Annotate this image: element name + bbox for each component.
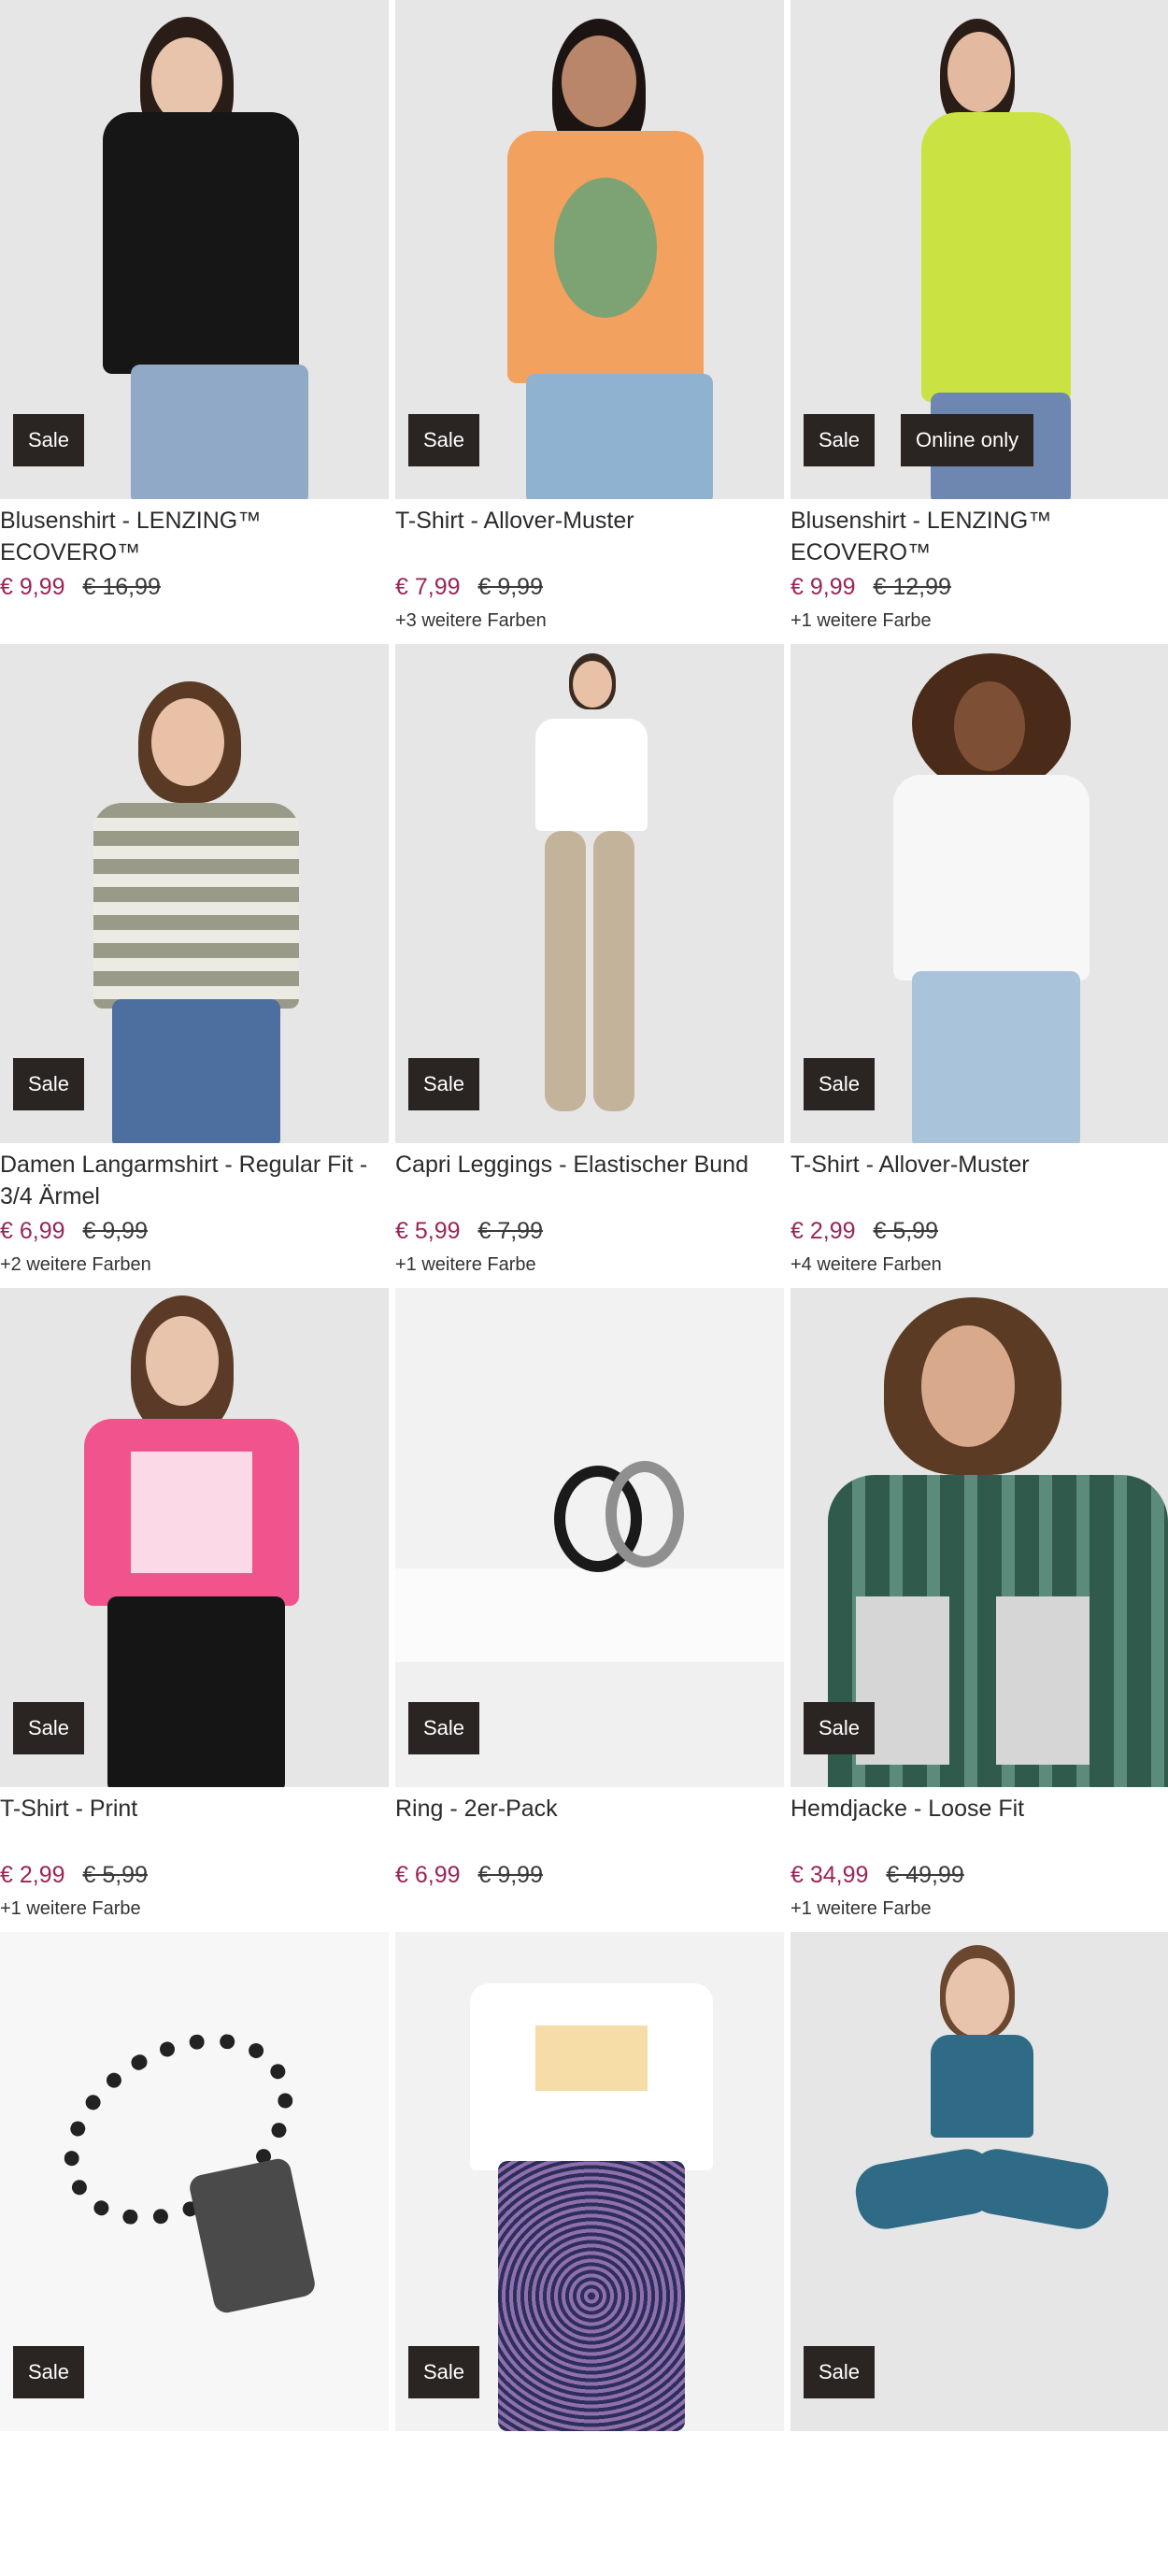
more-colors[interactable]: +4 weitere Farben [791, 1254, 1168, 1279]
more-colors[interactable]: +1 weitere Farbe [791, 1898, 1168, 1923]
more-colors[interactable]: +3 weitere Farben [395, 610, 784, 635]
sale-price: € 2,99 [0, 1862, 65, 1888]
sale-price: € 9,99 [0, 574, 65, 600]
product-card[interactable]: Sale Ring - 2er-Pack € 6,99 € 9,99 [395, 1288, 784, 1932]
original-price: € 16,99 [82, 574, 161, 600]
more-colors[interactable]: +2 weitere Farben [0, 1254, 389, 1279]
product-image[interactable]: Sale [0, 0, 389, 499]
sale-badge: Sale [408, 2346, 480, 2398]
badge-group: Sale Online only [804, 414, 1034, 466]
sale-badge: Sale [13, 414, 85, 466]
sale-badge: Sale [804, 414, 876, 466]
original-price: € 9,99 [82, 1218, 148, 1244]
product-card[interactable]: Sale Blusenshirt - LENZING™ ECOVERO™ € 9… [0, 0, 389, 644]
badge-group: Sale [408, 414, 480, 466]
badge-group: Sale [408, 2346, 480, 2398]
original-price: € 49,99 [886, 1862, 964, 1888]
product-name[interactable]: Damen Langarmshirt - Regular Fit - 3/4 Ä… [0, 1149, 389, 1212]
more-colors[interactable] [0, 610, 389, 635]
sale-badge: Sale [804, 2346, 876, 2398]
badge-group: Sale [13, 414, 85, 466]
price-row: € 2,99 € 5,99 [791, 1218, 1168, 1250]
sale-badge: Sale [13, 2346, 85, 2398]
product-image[interactable]: Sale [395, 1932, 784, 2431]
price-row: € 6,99 € 9,99 [0, 1218, 389, 1250]
badge-group: Sale [13, 2346, 85, 2398]
sale-price: € 6,99 [395, 1862, 461, 1888]
product-name[interactable]: Ring - 2er-Pack [395, 1793, 784, 1856]
product-card[interactable]: Sale T-Shirt - Print € 2,99 € 5,99 +1 we… [0, 1288, 389, 1932]
product-card[interactable]: Sale T-Shirt - Allover-Muster € 2,99 € 5… [791, 644, 1168, 1288]
original-price: € 5,99 [82, 1862, 148, 1888]
sale-badge: Sale [13, 1058, 85, 1110]
product-image[interactable]: Sale [0, 1932, 389, 2431]
product-grid: Sale Blusenshirt - LENZING™ ECOVERO™ € 9… [0, 0, 1168, 2576]
badge-group: Sale [804, 2346, 876, 2398]
badge-group: Sale [804, 1702, 876, 1754]
product-image[interactable]: Sale [395, 1288, 784, 1787]
sale-badge: Sale [13, 1702, 85, 1754]
sale-price: € 34,99 [791, 1862, 869, 1888]
product-image[interactable]: Sale [791, 1932, 1168, 2431]
price-row: € 5,99 € 7,99 [395, 1218, 784, 1250]
sale-badge: Sale [408, 1058, 480, 1110]
sale-badge: Sale [804, 1058, 876, 1110]
product-card[interactable]: Sale Damen Langarmshirt - Regular Fit - … [0, 644, 389, 1288]
sale-badge: Sale [408, 414, 480, 466]
product-image[interactable]: Sale Online only [791, 0, 1168, 499]
product-name[interactable]: Capri Leggings - Elastischer Bund [395, 1149, 784, 1212]
more-colors[interactable]: +1 weitere Farbe [791, 610, 1168, 635]
sale-price: € 7,99 [395, 574, 461, 600]
product-card[interactable]: Sale Hemdjacke - Loose Fit € 34,99 € 49,… [791, 1288, 1168, 1932]
original-price: € 5,99 [873, 1218, 938, 1244]
online-only-badge: Online only [901, 414, 1034, 466]
product-name[interactable]: T-Shirt - Allover-Muster [395, 505, 784, 568]
product-card[interactable]: Sale [395, 1932, 784, 2576]
price-row: € 7,99 € 9,99 [395, 574, 784, 606]
more-colors[interactable] [395, 1898, 784, 1923]
product-image[interactable]: Sale [0, 644, 389, 1143]
sale-price: € 2,99 [791, 1218, 856, 1244]
product-card[interactable]: Sale [0, 1932, 389, 2576]
sale-price: € 9,99 [791, 574, 856, 600]
product-image[interactable]: Sale [0, 1288, 389, 1787]
product-card[interactable]: Sale Online only Blusenshirt - LENZING™ … [791, 0, 1168, 644]
product-image[interactable]: Sale [791, 1288, 1168, 1787]
product-name[interactable]: Blusenshirt - LENZING™ ECOVERO™ [791, 505, 1168, 568]
price-row: € 9,99 € 16,99 [0, 574, 389, 606]
price-row: € 2,99 € 5,99 [0, 1862, 389, 1894]
badge-group: Sale [408, 1058, 480, 1110]
original-price: € 9,99 [477, 1862, 543, 1888]
badge-group: Sale [13, 1702, 85, 1754]
sale-badge: Sale [408, 1702, 480, 1754]
original-price: € 9,99 [477, 574, 543, 600]
price-row: € 9,99 € 12,99 [791, 574, 1168, 606]
price-row: € 6,99 € 9,99 [395, 1862, 784, 1894]
original-price: € 12,99 [873, 574, 951, 600]
product-name[interactable]: Hemdjacke - Loose Fit [791, 1793, 1168, 1856]
badge-group: Sale [13, 1058, 85, 1110]
product-name[interactable]: Blusenshirt - LENZING™ ECOVERO™ [0, 505, 389, 568]
sale-price: € 6,99 [0, 1218, 65, 1244]
product-image[interactable]: Sale [395, 644, 784, 1143]
product-image[interactable]: Sale [791, 644, 1168, 1143]
product-card[interactable]: Sale [791, 1932, 1168, 2576]
price-row: € 34,99 € 49,99 [791, 1862, 1168, 1894]
product-name[interactable]: T-Shirt - Allover-Muster [791, 1149, 1168, 1212]
more-colors[interactable]: +1 weitere Farbe [0, 1898, 389, 1923]
badge-group: Sale [408, 1702, 480, 1754]
product-card[interactable]: Sale T-Shirt - Allover-Muster € 7,99 € 9… [395, 0, 784, 644]
product-image[interactable]: Sale [395, 0, 784, 499]
sale-badge: Sale [804, 1702, 876, 1754]
more-colors[interactable]: +1 weitere Farbe [395, 1254, 784, 1279]
badge-group: Sale [804, 1058, 876, 1110]
sale-price: € 5,99 [395, 1218, 461, 1244]
original-price: € 7,99 [477, 1218, 543, 1244]
product-card[interactable]: Sale Capri Leggings - Elastischer Bund €… [395, 644, 784, 1288]
product-name[interactable]: T-Shirt - Print [0, 1793, 389, 1856]
